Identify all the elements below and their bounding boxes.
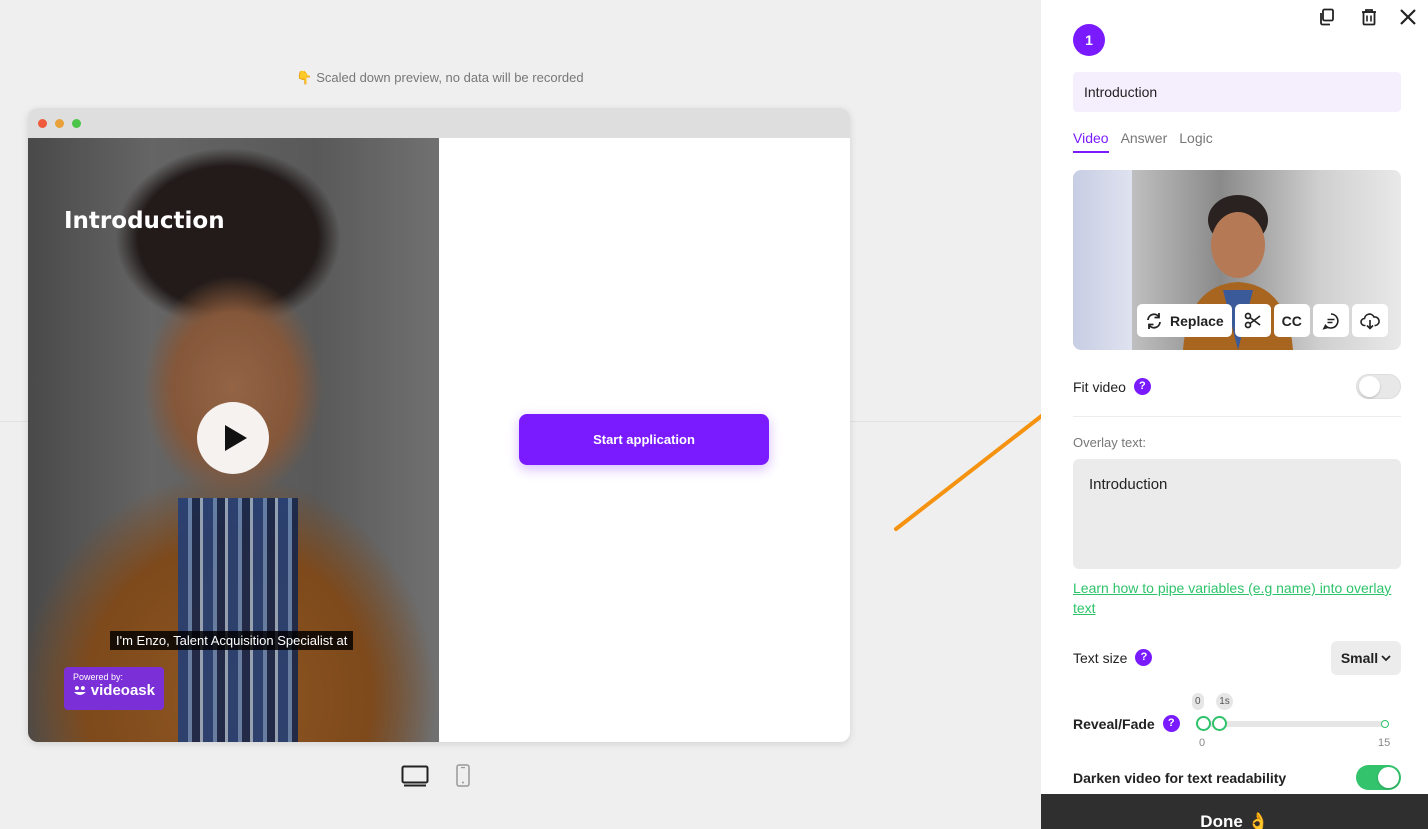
reveal-value-bubble: 0 (1192, 693, 1204, 710)
fade-handle[interactable] (1212, 716, 1228, 731)
panel-tabs: Video Answer Logic (1073, 130, 1225, 153)
darken-video-row: Darken video for text readability (1073, 770, 1286, 786)
overlay-text-input[interactable]: Introduction (1073, 459, 1401, 569)
window-close-dot (38, 119, 47, 128)
video-overlay-title: Introduction (64, 208, 225, 234)
overlay-text-label: Overlay text: (1073, 435, 1146, 450)
brand-name: videoask (90, 682, 155, 699)
done-label: Done (1200, 812, 1243, 829)
reveal-fade-label: Reveal/Fade (1073, 715, 1155, 732)
settings-panel: 1 Video Answer Logic Replace (1041, 0, 1428, 829)
text-size-label: Text size (1073, 649, 1128, 666)
comments-button[interactable] (1312, 304, 1349, 337)
powered-by-label: Powered by: (73, 672, 124, 682)
smile-logo-icon (73, 685, 86, 695)
preview-note-text: Scaled down preview, no data will be rec… (316, 70, 584, 85)
start-application-button[interactable]: Start application (519, 414, 769, 465)
reveal-fade-slider[interactable] (1202, 721, 1385, 727)
tab-logic[interactable]: Logic (1179, 130, 1212, 153)
text-size-select[interactable]: Small (1331, 641, 1401, 675)
text-size-value: Small (1340, 650, 1379, 666)
reveal-fade-help-icon[interactable]: ? (1162, 715, 1180, 732)
step-number-badge: 1 (1073, 24, 1105, 56)
replace-video-button[interactable]: Replace (1137, 304, 1232, 337)
chevron-down-icon (1381, 655, 1391, 662)
fit-video-row: Fit video ? (1073, 378, 1151, 395)
chat-bubble-icon (1322, 312, 1339, 330)
duplicate-icon[interactable] (1318, 8, 1336, 26)
trash-icon[interactable] (1360, 8, 1378, 26)
fit-video-label: Fit video (1073, 378, 1126, 395)
slider-min-label: 0 (1199, 737, 1206, 749)
tab-video[interactable]: Video (1073, 130, 1109, 153)
replace-label: Replace (1170, 312, 1224, 329)
fade-value-bubble: 1s (1216, 693, 1233, 710)
mobile-icon[interactable] (456, 764, 470, 787)
pipe-variables-link[interactable]: Learn how to pipe variables (e.g name) i… (1073, 578, 1408, 618)
browser-preview: Introduction I'm Enzo, Talent Acquisitio… (28, 108, 850, 742)
pointing-down-icon: 👇 (296, 70, 313, 85)
preview-note: 👇 Scaled down preview, no data will be r… (0, 70, 880, 86)
toggle-knob (1359, 376, 1380, 397)
fit-video-toggle[interactable] (1356, 374, 1401, 399)
captions-button[interactable]: CC (1273, 304, 1310, 337)
window-minimize-dot (55, 119, 64, 128)
cloud-download-icon (1359, 312, 1380, 330)
trim-video-button[interactable] (1234, 304, 1271, 337)
close-icon[interactable] (1399, 8, 1417, 26)
question-title-input[interactable] (1073, 72, 1401, 112)
darken-video-toggle[interactable] (1356, 765, 1401, 790)
browser-titlebar (28, 108, 850, 138)
text-size-help-icon[interactable]: ? (1135, 649, 1153, 666)
window-maximize-dot (72, 119, 81, 128)
reveal-fade-row: Reveal/Fade ? (1073, 715, 1180, 732)
fit-video-help-icon[interactable]: ? (1133, 378, 1151, 395)
play-button[interactable] (197, 402, 269, 474)
section-divider (1073, 416, 1401, 417)
text-size-row: Text size ? (1073, 649, 1153, 666)
desktop-icon[interactable] (401, 765, 429, 787)
toggle-knob (1378, 767, 1399, 788)
tab-answer[interactable]: Answer (1121, 130, 1168, 153)
ok-hand-icon: 👌 (1247, 812, 1269, 829)
reveal-handle[interactable] (1196, 716, 1211, 731)
video-thumbnail[interactable]: Replace CC (1073, 170, 1401, 350)
video-toolbar: Replace CC (1137, 304, 1388, 337)
video-player[interactable]: Introduction I'm Enzo, Talent Acquisitio… (28, 138, 439, 742)
powered-by-badge[interactable]: Powered by: videoask (64, 667, 164, 710)
done-button[interactable]: Done 👌 (1041, 794, 1428, 829)
replace-icon (1147, 312, 1161, 329)
scissors-icon (1244, 312, 1261, 329)
download-video-button[interactable] (1351, 304, 1388, 337)
slider-max-label: 15 (1378, 737, 1391, 749)
video-caption: I'm Enzo, Talent Acquisition Specialist … (110, 631, 354, 650)
slider-max-marker (1381, 720, 1389, 728)
brand-logo: videoask (73, 682, 155, 699)
darken-video-label: Darken video for text readability (1073, 770, 1287, 786)
